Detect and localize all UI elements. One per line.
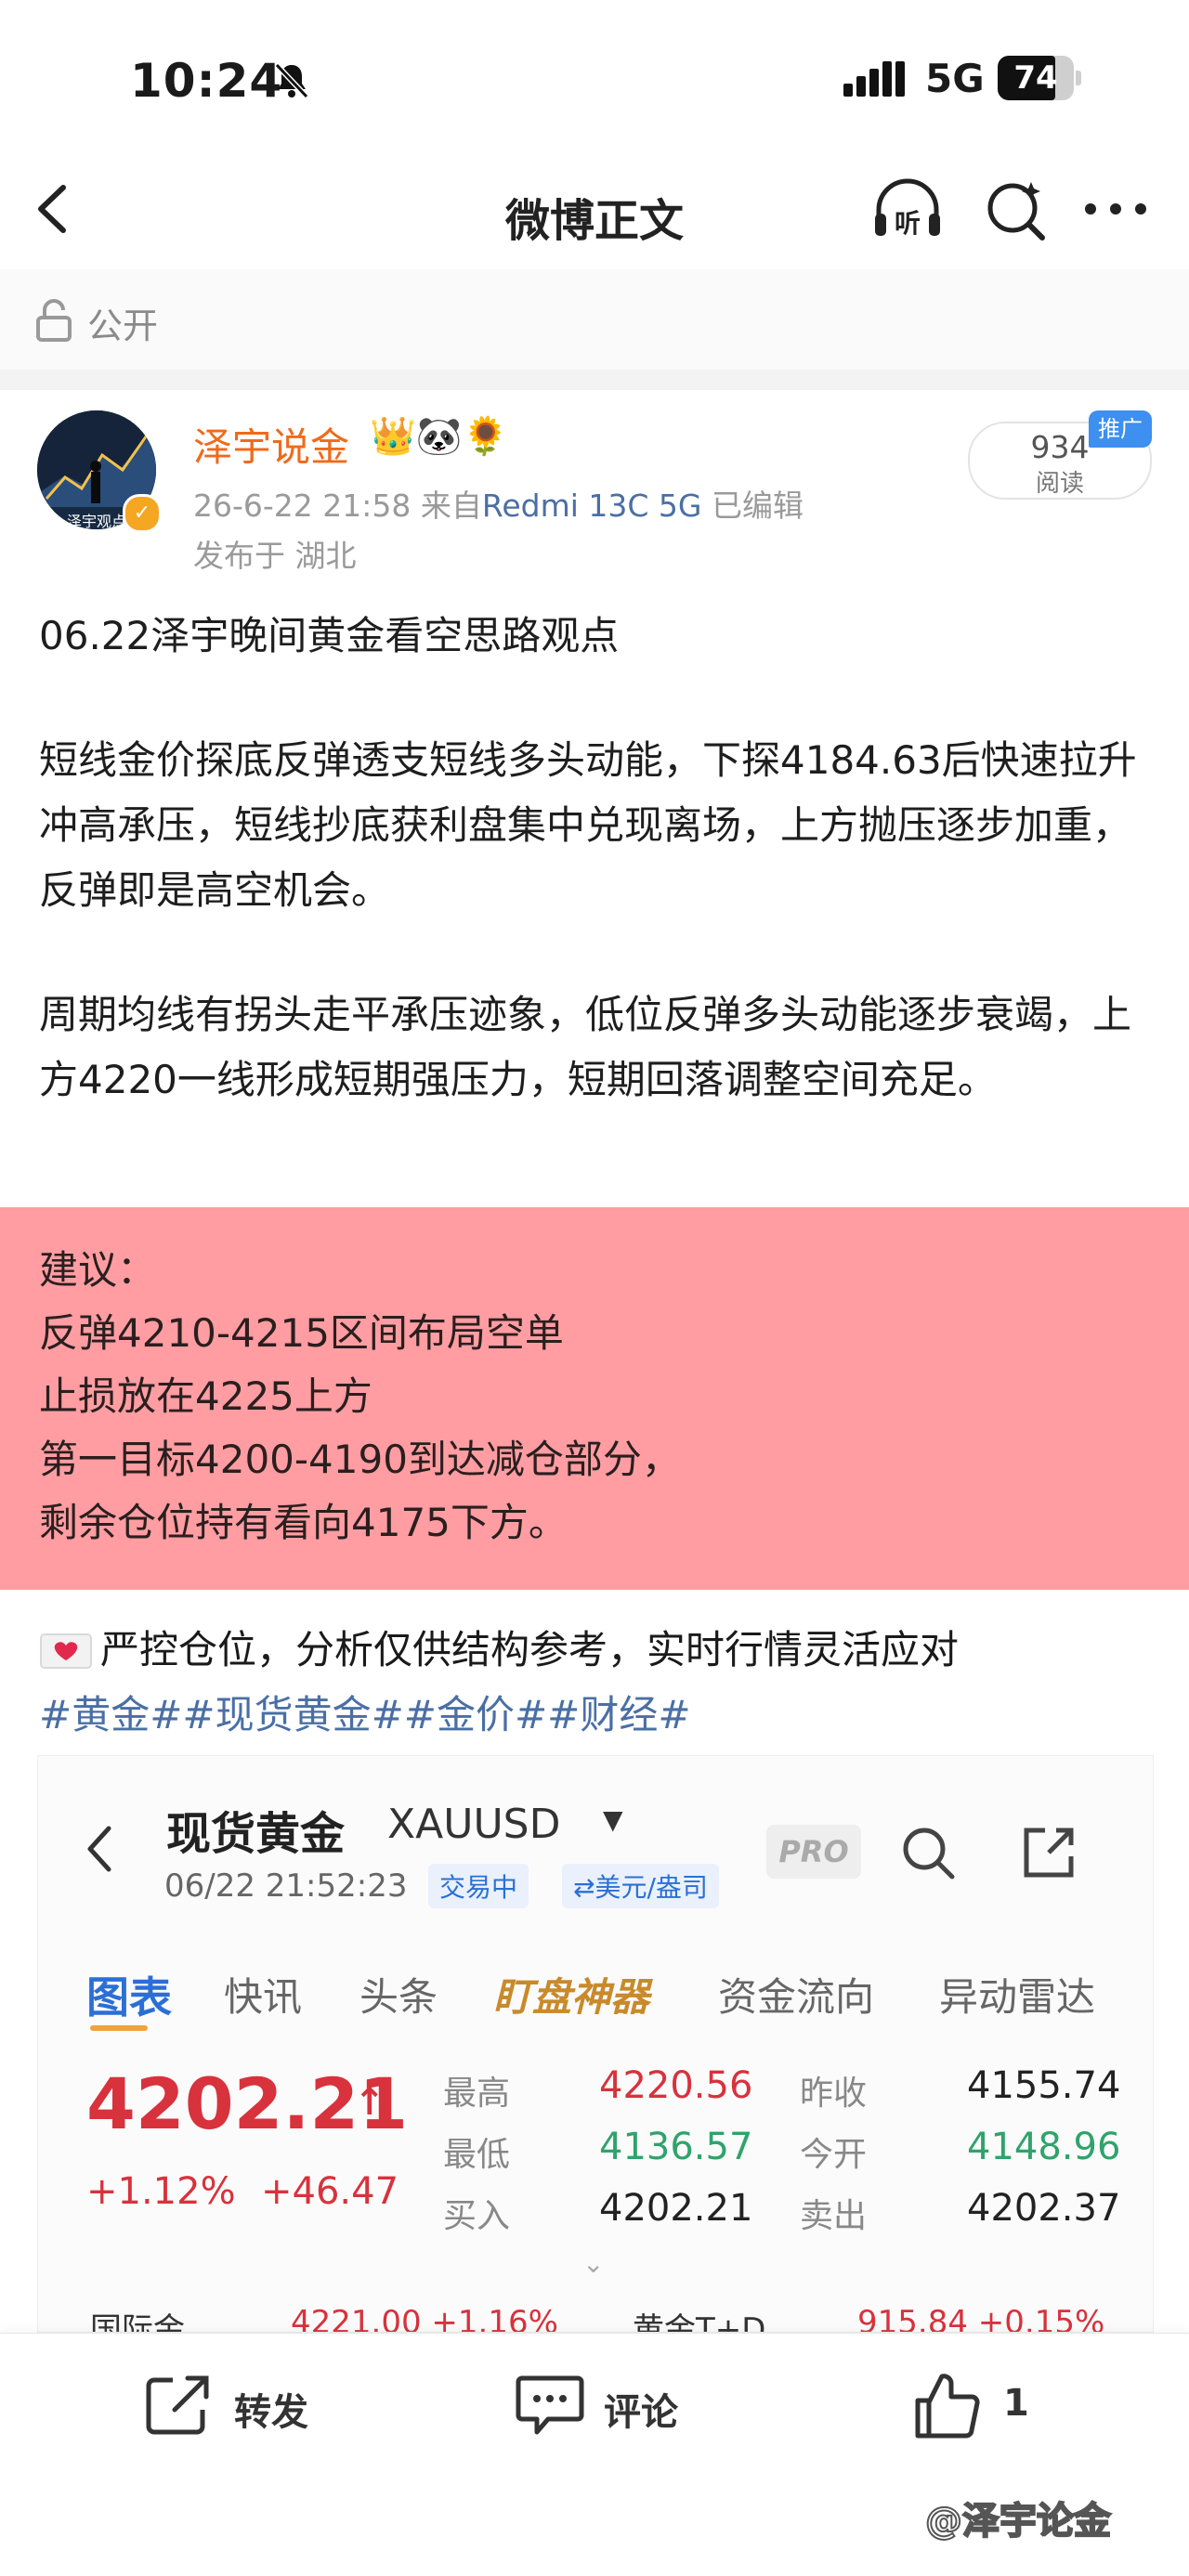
change-amount: +46.47 bbox=[261, 2170, 399, 2213]
battery-level: 74 bbox=[1013, 59, 1058, 97]
comment-button[interactable]: 评论 bbox=[515, 2371, 719, 2439]
svg-text:听: 听 bbox=[895, 208, 921, 239]
watermark: @泽宇论金 bbox=[924, 2499, 1112, 2543]
read-label: 阅读 bbox=[1035, 470, 1084, 498]
author-name[interactable]: 泽宇说金 bbox=[193, 416, 349, 473]
quote-screenshot[interactable]: 现货黄金 XAUUSD ▼ 06/22 21:52:23 交易中 ⇄美元/盎司 … bbox=[37, 1755, 1154, 2333]
more-options-icon[interactable] bbox=[1081, 186, 1150, 232]
visibility-bar: 公开 bbox=[0, 269, 1189, 371]
stat-label: 买入 bbox=[443, 2197, 511, 2235]
author-badges[interactable]: 👑🐼🌻 bbox=[370, 414, 508, 458]
quote-tab: 资金流向 bbox=[718, 1974, 875, 2020]
advice-line: 止损放在4225上方 bbox=[39, 1373, 372, 1419]
ticker-name: 国际金 bbox=[90, 2311, 185, 2333]
comment-icon bbox=[516, 2375, 584, 2435]
stat-value: 4148.96 bbox=[967, 2126, 1121, 2168]
post-paragraph-1: 短线金价探底反弹透支短线多头动能，下探4184.63后快速拉升冲高承压，短线抄底… bbox=[39, 737, 1137, 913]
like-button[interactable]: 1 bbox=[912, 2371, 1042, 2439]
comment-label: 评论 bbox=[604, 2391, 678, 2434]
post-location: 发布于 湖北 bbox=[193, 538, 357, 574]
post-timestamp: 26-6-22 21:58 bbox=[193, 488, 412, 524]
thumbs-up-icon bbox=[915, 2374, 980, 2439]
battery-icon: 74 bbox=[998, 56, 1083, 100]
stat-value: 4155.74 bbox=[967, 2064, 1121, 2107]
quote-tab: 图表 bbox=[86, 1972, 172, 2023]
edited-label[interactable]: 已编辑 bbox=[712, 488, 804, 524]
post-headline: 06.22泽宇晚间黄金看空思路观点 bbox=[39, 613, 620, 658]
verified-badge-icon: ✓ bbox=[123, 494, 162, 533]
status-bar: 10:24 5G 74 bbox=[0, 0, 1189, 149]
divider bbox=[0, 370, 1189, 390]
advice-highlight: 建议： 反弹4210-4215区间布局空单 止损放在4225上方 第一目标420… bbox=[0, 1207, 1189, 1590]
bottom-action-bar: 转发 评论 1 bbox=[0, 2333, 1189, 2473]
ticker-name: 黄金T+D bbox=[633, 2311, 766, 2333]
network-type: 5G bbox=[925, 56, 985, 101]
stat-label: 卖出 bbox=[800, 2197, 868, 2235]
change-percent: +1.12% bbox=[86, 2170, 236, 2213]
listen-headphones-icon[interactable]: 听 bbox=[871, 176, 944, 241]
quote-name: 现货黄金 bbox=[166, 1808, 346, 1860]
like-count: 1 bbox=[1003, 2382, 1029, 2425]
ai-search-icon[interactable] bbox=[983, 176, 1048, 241]
repost-icon bbox=[146, 2375, 209, 2435]
pro-badge: PRO bbox=[766, 1825, 861, 1879]
stat-label: 昨收 bbox=[800, 2075, 868, 2113]
post-hashtags[interactable]: #黄金##现货黄金##金价##财经# bbox=[39, 1683, 691, 1748]
stat-value: 4202.37 bbox=[967, 2187, 1121, 2230]
status-time: 10:24 bbox=[130, 54, 283, 108]
promote-tag[interactable]: 推广 bbox=[1089, 410, 1152, 448]
top-nav: 微博正文 听 bbox=[0, 149, 1189, 270]
love-letter-icon bbox=[40, 1633, 92, 1669]
stat-value: 4220.56 bbox=[599, 2064, 753, 2107]
price-up-arrow-icon: ↑ bbox=[354, 2081, 385, 2124]
quote-tab: 快讯 bbox=[224, 1974, 303, 2020]
quote-unit: ⇄美元/盎司 bbox=[562, 1864, 719, 1908]
silent-bell-icon bbox=[274, 62, 309, 99]
quote-back-icon bbox=[87, 1826, 111, 1872]
stat-value: 4202.21 bbox=[599, 2187, 753, 2230]
repost-button[interactable]: 转发 bbox=[145, 2371, 349, 2439]
quote-datetime: 06/22 21:52:23 bbox=[164, 1867, 408, 1905]
stat-label: 今开 bbox=[800, 2136, 868, 2174]
unlock-icon bbox=[36, 299, 72, 342]
advice-line: 建议： bbox=[39, 1247, 157, 1293]
quote-tab: 头条 bbox=[359, 1974, 438, 2020]
quote-search-icon bbox=[903, 1828, 955, 1880]
quote-symbol: XAUUSD bbox=[387, 1801, 561, 1848]
stat-label: 最低 bbox=[443, 2136, 511, 2174]
quote-tab: 异动雷达 bbox=[939, 1974, 1096, 2020]
post-meta: 26-6-22 21:58 来自Redmi 13C 5G 已编辑 bbox=[193, 481, 804, 526]
repost-label: 转发 bbox=[234, 2391, 308, 2434]
expand-chevron-icon: ⌄ bbox=[582, 2248, 605, 2279]
active-tab-indicator bbox=[90, 2025, 148, 2031]
trading-status: 交易中 bbox=[428, 1864, 529, 1908]
visibility-label: 公开 bbox=[87, 306, 159, 346]
dropdown-arrow-icon: ▼ bbox=[603, 1804, 623, 1835]
advice-line: 剩余仓位持有看向4175下方。 bbox=[39, 1500, 568, 1545]
post-note: 严控仓位，分析仅供结构参考，实时行情灵活应对 bbox=[100, 1627, 960, 1672]
post-paragraph-2: 周期均线有拐头走平承压迹象，低位反弹多头动能逐步衰竭，上方4220一线形成短期强… bbox=[39, 992, 1132, 1102]
source-prefix: 来自 bbox=[420, 488, 482, 524]
stat-label: 最高 bbox=[443, 2075, 511, 2113]
advice-line: 反弹4210-4215区间布局空单 bbox=[39, 1310, 564, 1356]
source-device[interactable]: Redmi 13C 5G bbox=[482, 488, 702, 524]
ticker-value: 4221.00 +1.16% bbox=[291, 2304, 558, 2333]
stat-value: 4136.57 bbox=[599, 2126, 753, 2168]
ticker-value: 915.84 +0.15% bbox=[857, 2304, 1105, 2333]
quote-share-icon bbox=[1024, 1828, 1074, 1878]
advice-line: 第一目标4200-4190到达减仓部分， bbox=[39, 1437, 681, 1482]
signal-icon bbox=[843, 61, 905, 97]
quote-tab: 盯盘神器 bbox=[493, 1974, 650, 2020]
